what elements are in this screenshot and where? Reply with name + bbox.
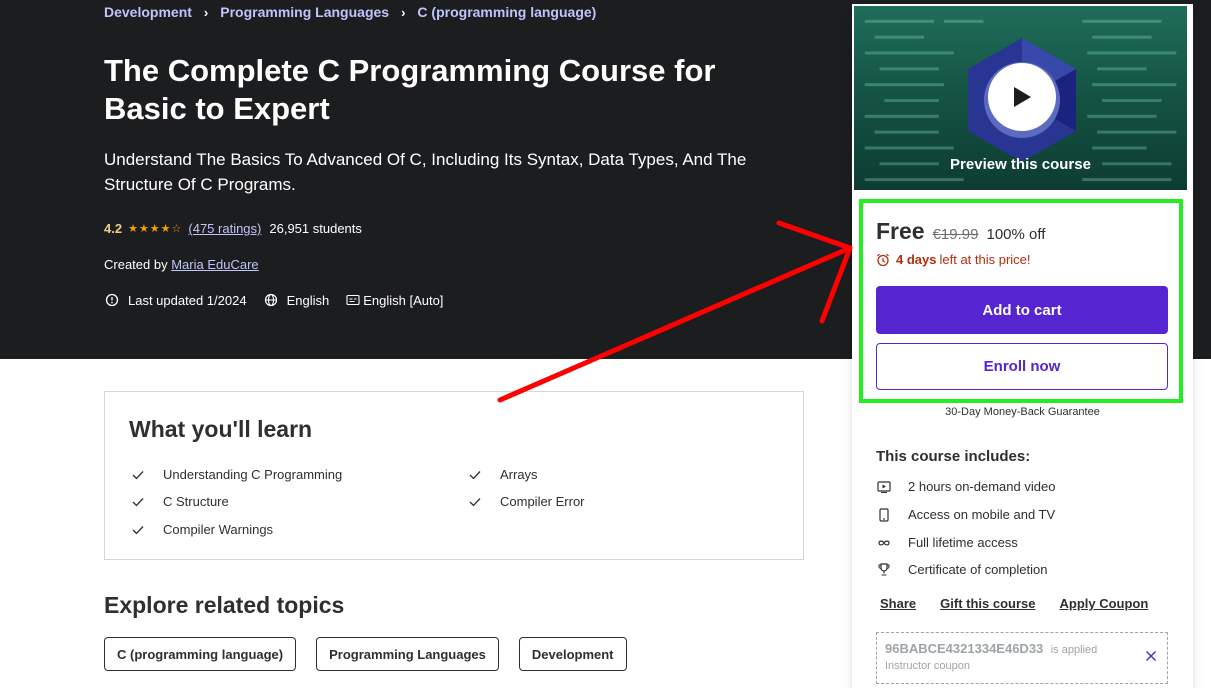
includes-item: 2 hours on-demand video <box>876 479 1055 494</box>
breadcrumb-c-language[interactable]: C (programming language) <box>417 4 596 20</box>
breadcrumb-programming-languages[interactable]: Programming Languages <box>220 4 389 20</box>
coupon-applied-text: is applied <box>1050 644 1098 656</box>
learn-item-label: Arrays <box>500 467 538 482</box>
includes-item-label: Full lifetime access <box>908 535 1018 550</box>
check-icon <box>468 470 482 480</box>
includes-title: This course includes: <box>876 448 1031 465</box>
check-icon <box>468 497 482 507</box>
includes-item: Access on mobile and TV <box>876 507 1055 522</box>
learn-item-label: Understanding C Programming <box>163 467 343 482</box>
created-by: Created by Maria EduCare <box>104 257 259 272</box>
course-preview[interactable]: Preview this course <box>853 5 1188 191</box>
rating-value: 4.2 <box>104 221 123 236</box>
remove-coupon-button[interactable] <box>1145 649 1157 667</box>
what-you-learn-box: What you'll learn Understanding C Progra… <box>104 391 804 560</box>
breadcrumb-development[interactable]: Development <box>104 4 192 20</box>
share-link[interactable]: Share <box>880 596 916 611</box>
learn-item-label: C Structure <box>163 494 229 509</box>
learn-item-label: Compiler Warnings <box>163 522 274 537</box>
apply-coupon-link[interactable]: Apply Coupon <box>1060 596 1149 611</box>
play-button[interactable] <box>988 63 1056 131</box>
applied-coupon: 96BABCE4321334E46D33 is applied Instruct… <box>876 632 1168 684</box>
infinity-icon <box>876 539 892 547</box>
video-icon <box>876 480 892 493</box>
coupon-type-label: Instructor coupon <box>885 660 970 672</box>
includes-item-label: Access on mobile and TV <box>908 507 1056 522</box>
topic-development-button[interactable]: Development <box>518 637 627 671</box>
ratings-count-link[interactable]: (475 ratings) <box>188 221 261 236</box>
includes-item: Certificate of completion <box>876 562 1047 577</box>
related-topics-list: C (programming language) Programming Lan… <box>104 637 647 671</box>
what-you-learn-title: What you'll learn <box>129 416 313 442</box>
related-topics-title: Explore related topics <box>104 592 345 618</box>
alert-clock-icon <box>104 292 120 308</box>
course-captions: English [Auto] <box>363 292 444 308</box>
includes-item-label: 2 hours on-demand video <box>908 479 1056 494</box>
learn-item-label: Compiler Error <box>500 494 585 509</box>
chevron-right-icon: › <box>203 4 209 20</box>
sidebar-links: Share Gift this course Apply Coupon <box>880 596 1148 611</box>
star-rating-icon: ★★★★☆ <box>128 223 183 235</box>
learn-item: Compiler Error <box>468 494 585 509</box>
play-icon <box>1014 87 1031 107</box>
last-updated: Last updated 1/2024 <box>128 292 247 308</box>
topic-programming-languages-button[interactable]: Programming Languages <box>316 637 499 671</box>
money-back-guarantee: 30-Day Money-Back Guarantee <box>945 406 1100 418</box>
created-by-label: Created by <box>104 257 168 272</box>
chevron-right-icon: › <box>401 4 406 20</box>
course-title: The Complete C Programming Course for Ba… <box>104 53 716 126</box>
includes-item-label: Certificate of completion <box>908 562 1048 577</box>
preview-label: Preview this course <box>950 156 1091 173</box>
students-count: 26,951 students <box>269 221 362 236</box>
captions-icon <box>345 292 361 308</box>
annotation-highlight-box <box>859 199 1183 403</box>
check-icon <box>131 497 145 507</box>
course-meta: Last updated 1/2024 English English [Aut… <box>104 292 443 308</box>
close-icon <box>1145 650 1157 662</box>
instructor-link[interactable]: Maria EduCare <box>171 257 258 272</box>
check-icon <box>131 470 145 480</box>
gift-course-link[interactable]: Gift this course <box>940 596 1035 611</box>
learn-item: C Structure <box>131 494 229 509</box>
course-subtitle: Understand The Basics To Advanced Of C, … <box>104 150 747 194</box>
learn-item: Arrays <box>468 467 538 482</box>
learn-item: Compiler Warnings <box>131 522 273 537</box>
globe-icon <box>263 292 279 308</box>
course-language: English <box>286 292 330 308</box>
trophy-icon <box>876 563 892 576</box>
mobile-icon <box>876 507 892 522</box>
learn-item: Understanding C Programming <box>131 467 342 482</box>
breadcrumb: Development › Programming Languages › C … <box>104 4 596 20</box>
topic-c-language-button[interactable]: C (programming language) <box>104 637 297 671</box>
coupon-code: 96BABCE4321334E46D33 <box>885 641 1044 656</box>
rating-row: 4.2 ★★★★☆ (475 ratings) 26,951 students <box>104 221 362 236</box>
check-icon <box>131 525 145 535</box>
includes-item: Full lifetime access <box>876 535 1018 550</box>
